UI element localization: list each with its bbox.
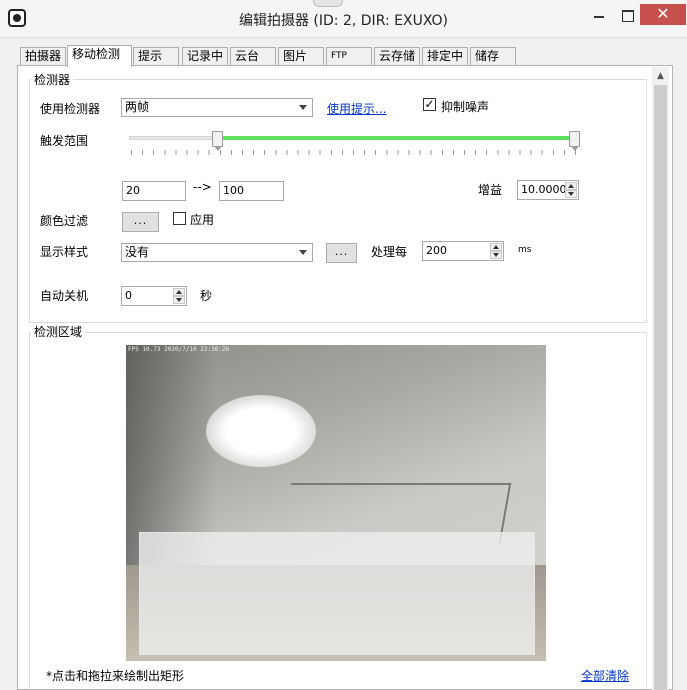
- gain-label: 增益: [478, 183, 503, 197]
- range-from-input[interactable]: 20: [122, 181, 186, 201]
- color-filter-label: 颜色过滤: [40, 214, 89, 228]
- gain-stepper[interactable]: 10.0000: [517, 180, 579, 200]
- auto-off-value: 0: [125, 289, 132, 302]
- range-arrow: -->: [193, 180, 212, 194]
- noise-suppression-checkbox[interactable]: ✓: [423, 98, 436, 111]
- trigger-range-low-handle[interactable]: [212, 131, 223, 151]
- title-bar: 编辑拍摄器 (ID: 2, DIR: EXUXO) ✕: [0, 0, 687, 38]
- tab-camera[interactable]: 拍摄器: [20, 47, 66, 66]
- tab-cloud-storage[interactable]: 云存储: [374, 47, 420, 66]
- detection-area-title: 检测区域: [31, 323, 86, 340]
- process-unit-label: ms: [518, 245, 532, 255]
- auto-off-label: 自动关机: [40, 289, 89, 303]
- color-filter-button[interactable]: ...: [122, 212, 159, 232]
- tab-alerts[interactable]: 提示: [133, 47, 179, 66]
- detector-type-select[interactable]: 两帧: [121, 98, 313, 117]
- clear-all-link[interactable]: 全部清除: [581, 667, 629, 684]
- trigger-range-high-handle[interactable]: [569, 131, 580, 151]
- noise-suppression-label: 抑制噪声: [441, 100, 490, 114]
- window-title: 编辑拍摄器 (ID: 2, DIR: EXUXO): [238, 13, 449, 29]
- spin-down-icon[interactable]: [173, 296, 185, 304]
- display-style-button[interactable]: ...: [326, 243, 357, 263]
- spin-up-icon[interactable]: [565, 182, 577, 190]
- camera-light-glare: [206, 395, 316, 467]
- process-every-label: 处理每: [371, 245, 408, 259]
- tab-ftp[interactable]: FTP: [326, 47, 372, 66]
- trigger-range-fill: [218, 136, 575, 140]
- scroll-up-arrow-icon[interactable]: ▲: [652, 69, 669, 83]
- use-detector-label: 使用检测器: [40, 102, 101, 116]
- auto-off-spin-buttons[interactable]: [173, 288, 185, 304]
- scroll-thumb[interactable]: [654, 85, 667, 690]
- detector-group-title: 检测器: [31, 71, 74, 88]
- detector-type-value: 两帧: [125, 100, 150, 114]
- chevron-down-icon: [296, 245, 310, 260]
- tab-motion-detection[interactable]: 移动检测: [67, 45, 132, 67]
- spin-up-icon[interactable]: [173, 288, 185, 296]
- tab-recording[interactable]: 记录中: [182, 47, 228, 66]
- range-to-input[interactable]: 100: [219, 181, 284, 201]
- camera-osd-text: FPS 10.73 2020/7/10 22:16:26: [128, 346, 230, 353]
- process-every-stepper[interactable]: 200: [422, 241, 504, 261]
- display-style-select[interactable]: 没有: [121, 243, 313, 262]
- spin-down-icon[interactable]: [565, 190, 577, 198]
- spin-up-icon[interactable]: [490, 243, 502, 251]
- display-style-value: 没有: [125, 245, 150, 259]
- auto-off-unit-label: 秒: [200, 289, 213, 303]
- title-notch: [313, 0, 343, 7]
- apply-filter-checkbox[interactable]: [173, 212, 186, 225]
- camera-preview[interactable]: FPS 10.73 2020/7/10 22:16:26: [126, 345, 546, 661]
- trigger-range-label: 触发范围: [40, 134, 89, 148]
- tab-images[interactable]: 图片: [278, 47, 324, 66]
- gain-value: 10.0000: [521, 183, 567, 196]
- tab-scheduling[interactable]: 排定中: [422, 47, 468, 66]
- usage-hint-link[interactable]: 使用提示...: [327, 100, 386, 117]
- process-every-value: 200: [426, 244, 447, 257]
- maximize-icon[interactable]: [617, 6, 637, 24]
- vertical-scrollbar[interactable]: ▲: [652, 67, 669, 690]
- auto-off-stepper[interactable]: 0: [121, 286, 187, 306]
- display-style-label: 显示样式: [40, 245, 89, 259]
- process-spin-buttons[interactable]: [490, 243, 502, 259]
- close-icon[interactable]: ✕: [640, 4, 686, 25]
- apply-filter-label: 应用: [190, 213, 215, 227]
- tab-storage[interactable]: 储存: [470, 47, 516, 66]
- gain-spin-buttons[interactable]: [565, 182, 577, 198]
- detection-zone-rectangle[interactable]: [139, 532, 535, 655]
- chevron-down-icon: [296, 100, 310, 115]
- minimize-icon[interactable]: [589, 6, 609, 24]
- draw-instructions: *点击和拖拉来绘制出矩形: [46, 669, 185, 683]
- tab-ptz[interactable]: 云台: [230, 47, 276, 66]
- slider-ticks: [131, 150, 576, 155]
- spin-down-icon[interactable]: [490, 251, 502, 259]
